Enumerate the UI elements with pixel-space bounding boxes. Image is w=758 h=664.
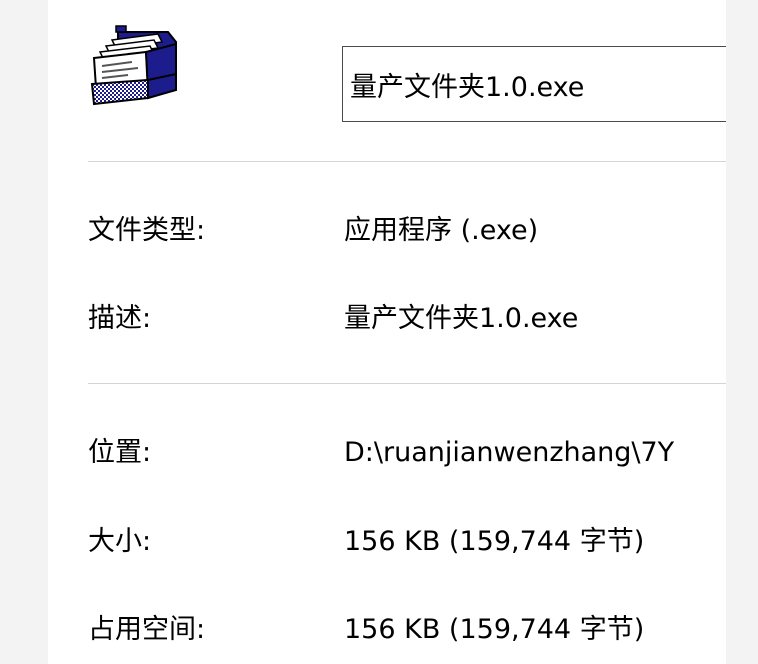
card-file-icon (88, 24, 180, 110)
size-value: 156 KB (159,744 字节) (344, 526, 645, 557)
description-value: 量产文件夹1.0.exe (344, 303, 579, 334)
file-name-input[interactable] (342, 46, 726, 122)
file-type-value: 应用程序 (.exe) (344, 215, 539, 246)
divider (88, 383, 726, 384)
location-label: 位置: (88, 437, 152, 468)
location-value[interactable]: D:\ruanjianwenzhang\7Y (344, 433, 674, 473)
size-on-disk-label: 占用空间: (88, 614, 206, 645)
divider (88, 161, 726, 162)
size-on-disk-value: 156 KB (159,744 字节) (344, 614, 645, 645)
size-label: 大小: (88, 526, 152, 557)
file-type-label: 文件类型: (88, 215, 206, 246)
properties-panel: 文件类型: 应用程序 (.exe) 描述: 量产文件夹1.0.exe 位置: D… (48, 0, 726, 664)
description-label: 描述: (88, 303, 152, 334)
